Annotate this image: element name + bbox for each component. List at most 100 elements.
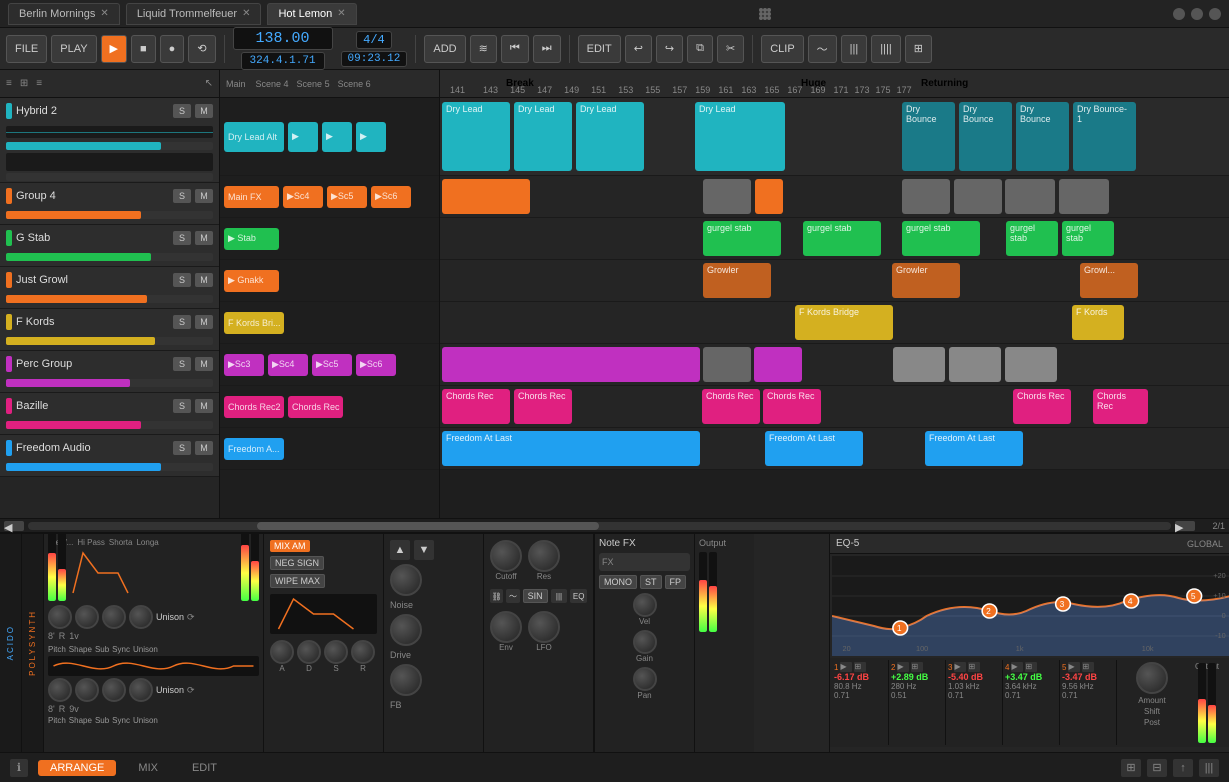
tab-liquid[interactable]: Liquid Trommelfeuer ✕ [126,3,262,25]
clip-button[interactable]: CLIP [761,35,803,63]
add-button[interactable]: ADD [424,35,465,63]
osc1-sub-knob[interactable] [102,605,126,629]
clip-group4-scene4[interactable]: ▶Sc4 [283,186,323,208]
clip-group4-grey4[interactable] [1005,179,1055,214]
track-fader-gstab[interactable] [6,253,213,261]
scroll-left-btn[interactable]: ◀ [4,521,24,531]
scrollbar-track[interactable] [28,522,1171,530]
knob-release[interactable] [351,640,375,664]
track-mute-hybrid2[interactable]: M [195,104,213,118]
clip-hybrid2-arrow3[interactable]: ▶ [356,122,386,152]
clip-gstab-3[interactable]: gurgel stab [902,221,980,256]
main-knob-1[interactable] [390,564,422,596]
clip-chordsrec-3[interactable]: Chords Rec [702,389,760,424]
cutoff-knob[interactable] [490,540,522,572]
band2-btn1[interactable]: ▶ [897,662,909,672]
bars-button[interactable]: ||| [841,35,868,63]
clip-chordsrec-5[interactable]: Chords Rec [1013,389,1071,424]
track-fader-freedomaudio[interactable] [6,463,213,471]
pan-knob[interactable] [633,667,657,691]
clip-perc-sc5[interactable]: ▶Sc5 [312,354,352,376]
rewind-button[interactable]: ⏮ [501,35,529,63]
play-button[interactable]: ▶ [101,35,127,63]
undo-button[interactable]: ↩ [625,35,652,63]
clip-group4-grey3[interactable] [954,179,1002,214]
wave-btn[interactable]: 〜 [506,589,519,603]
clip-growl-gnakk[interactable]: ▶ Gnakk [224,270,279,292]
clip-perc-grey2[interactable] [893,347,945,382]
tab-close-hot-lemon[interactable]: ✕ [337,8,345,19]
clip-gstab-stab[interactable]: ▶ Stab [224,228,279,250]
scroll-right-btn[interactable]: ▶ [1175,521,1195,531]
clip-hybrid2-arrow2[interactable]: ▶ [322,122,352,152]
clip-perc-grey1[interactable] [703,347,751,382]
clip-chordsrec-6[interactable]: Chords Rec [1093,389,1148,424]
clip-drybounce-1[interactable]: Dry Bounce [902,102,955,171]
clip-chordsrec-4[interactable]: Chords Rec [763,389,821,424]
clip-chordsrec-2[interactable]: Chords Rec [514,389,572,424]
window-minimize[interactable] [1173,8,1185,20]
tempo-display[interactable]: 138.00 [233,27,333,50]
band1-btn1[interactable]: ▶ [840,662,852,672]
clip-perc-long[interactable] [442,347,700,382]
track-mute-group4[interactable]: M [195,189,213,203]
track-solo-justgrowl[interactable]: S [173,273,191,287]
clip-drybounce-2[interactable]: Dry Bounce [959,102,1012,171]
eq-btn[interactable]: EQ [570,589,587,603]
clip-fkords-bridge[interactable]: F Kords Bri... [224,312,284,334]
clip-hybrid2-drylead[interactable]: Dry Lead Alt [224,122,284,152]
clip-perc-sc3[interactable]: ▶Sc3 [224,354,264,376]
track-mute-bazille[interactable]: M [195,399,213,413]
mono-btn[interactable]: MONO [599,575,637,589]
clip-group4-grey5[interactable] [1059,179,1109,214]
bars-btn[interactable]: ||| [551,589,568,603]
track-fader-bazille[interactable] [6,421,213,429]
wipe-max-btn[interactable]: WIPE MAX [270,574,325,588]
clip-fkords-1[interactable]: F Kords [1072,305,1124,340]
band5-btn1[interactable]: ▶ [1068,662,1080,672]
clip-group4-main[interactable] [442,179,530,214]
track-solo-group4[interactable]: S [173,189,191,203]
clip-bazille-chordsrec[interactable]: Chords Rec [288,396,343,418]
eq-amount-knob[interactable] [1136,662,1168,694]
clip-drylead-3[interactable]: Dry Lead [576,102,644,171]
stop-button[interactable]: ■ [131,35,156,63]
band3-btn2[interactable]: ⊞ [968,662,980,672]
mix-am-btn[interactable]: MIX AM [270,540,310,552]
clip-gstab-1[interactable]: gurgel stab [703,221,781,256]
clip-drylead-4[interactable]: Dry Lead [695,102,785,171]
gain-knob[interactable] [633,630,657,654]
band4-btn1[interactable]: ▶ [1011,662,1023,672]
clip-freedom-2[interactable]: Freedom At Last [765,431,863,466]
clip-freedom-1[interactable]: Freedom At Last [442,431,700,466]
lfo-knob[interactable] [528,611,560,643]
band2-btn2[interactable]: ⊞ [911,662,923,672]
scissors-button[interactable]: ✂ [717,35,744,63]
clip-gstab-5[interactable]: gurgel stab [1062,221,1114,256]
knob-attack[interactable] [270,640,294,664]
clip-growler-1[interactable]: Growler [703,263,771,298]
clip-freedom-3[interactable]: Freedom At Last [925,431,1023,466]
track-fader-percgroup[interactable] [6,379,213,387]
track-fader-group4[interactable] [6,211,213,219]
window-maximize[interactable] [1191,8,1203,20]
arrow-down[interactable]: ▼ [414,540,434,560]
track-solo-percgroup[interactable]: S [173,357,191,371]
window-close[interactable] [1209,8,1221,20]
clip-bazille-chordsrec2[interactable]: Chords Rec2 [224,396,284,418]
track-solo-fkords[interactable]: S [173,315,191,329]
track-fader-fkords[interactable] [6,337,213,345]
chain-btn[interactable]: ⛓ [490,589,503,603]
clip-drybounce-4[interactable]: Dry Bounce-1 [1073,102,1136,171]
record-button[interactable]: ● [160,35,185,63]
main-knob-2[interactable] [390,614,422,646]
clip-drybounce-3[interactable]: Dry Bounce [1016,102,1069,171]
track-mute-percgroup[interactable]: M [195,357,213,371]
clip-group4-scene6[interactable]: ▶Sc6 [371,186,411,208]
fp-btn[interactable]: FP [665,575,687,589]
arrow-up[interactable]: ▲ [390,540,410,560]
vel-knob[interactable] [633,593,657,617]
clip-gstab-2[interactable]: gurgel stab [803,221,881,256]
st-btn[interactable]: ST [640,575,662,589]
clip-growler-2[interactable]: Growler [892,263,960,298]
